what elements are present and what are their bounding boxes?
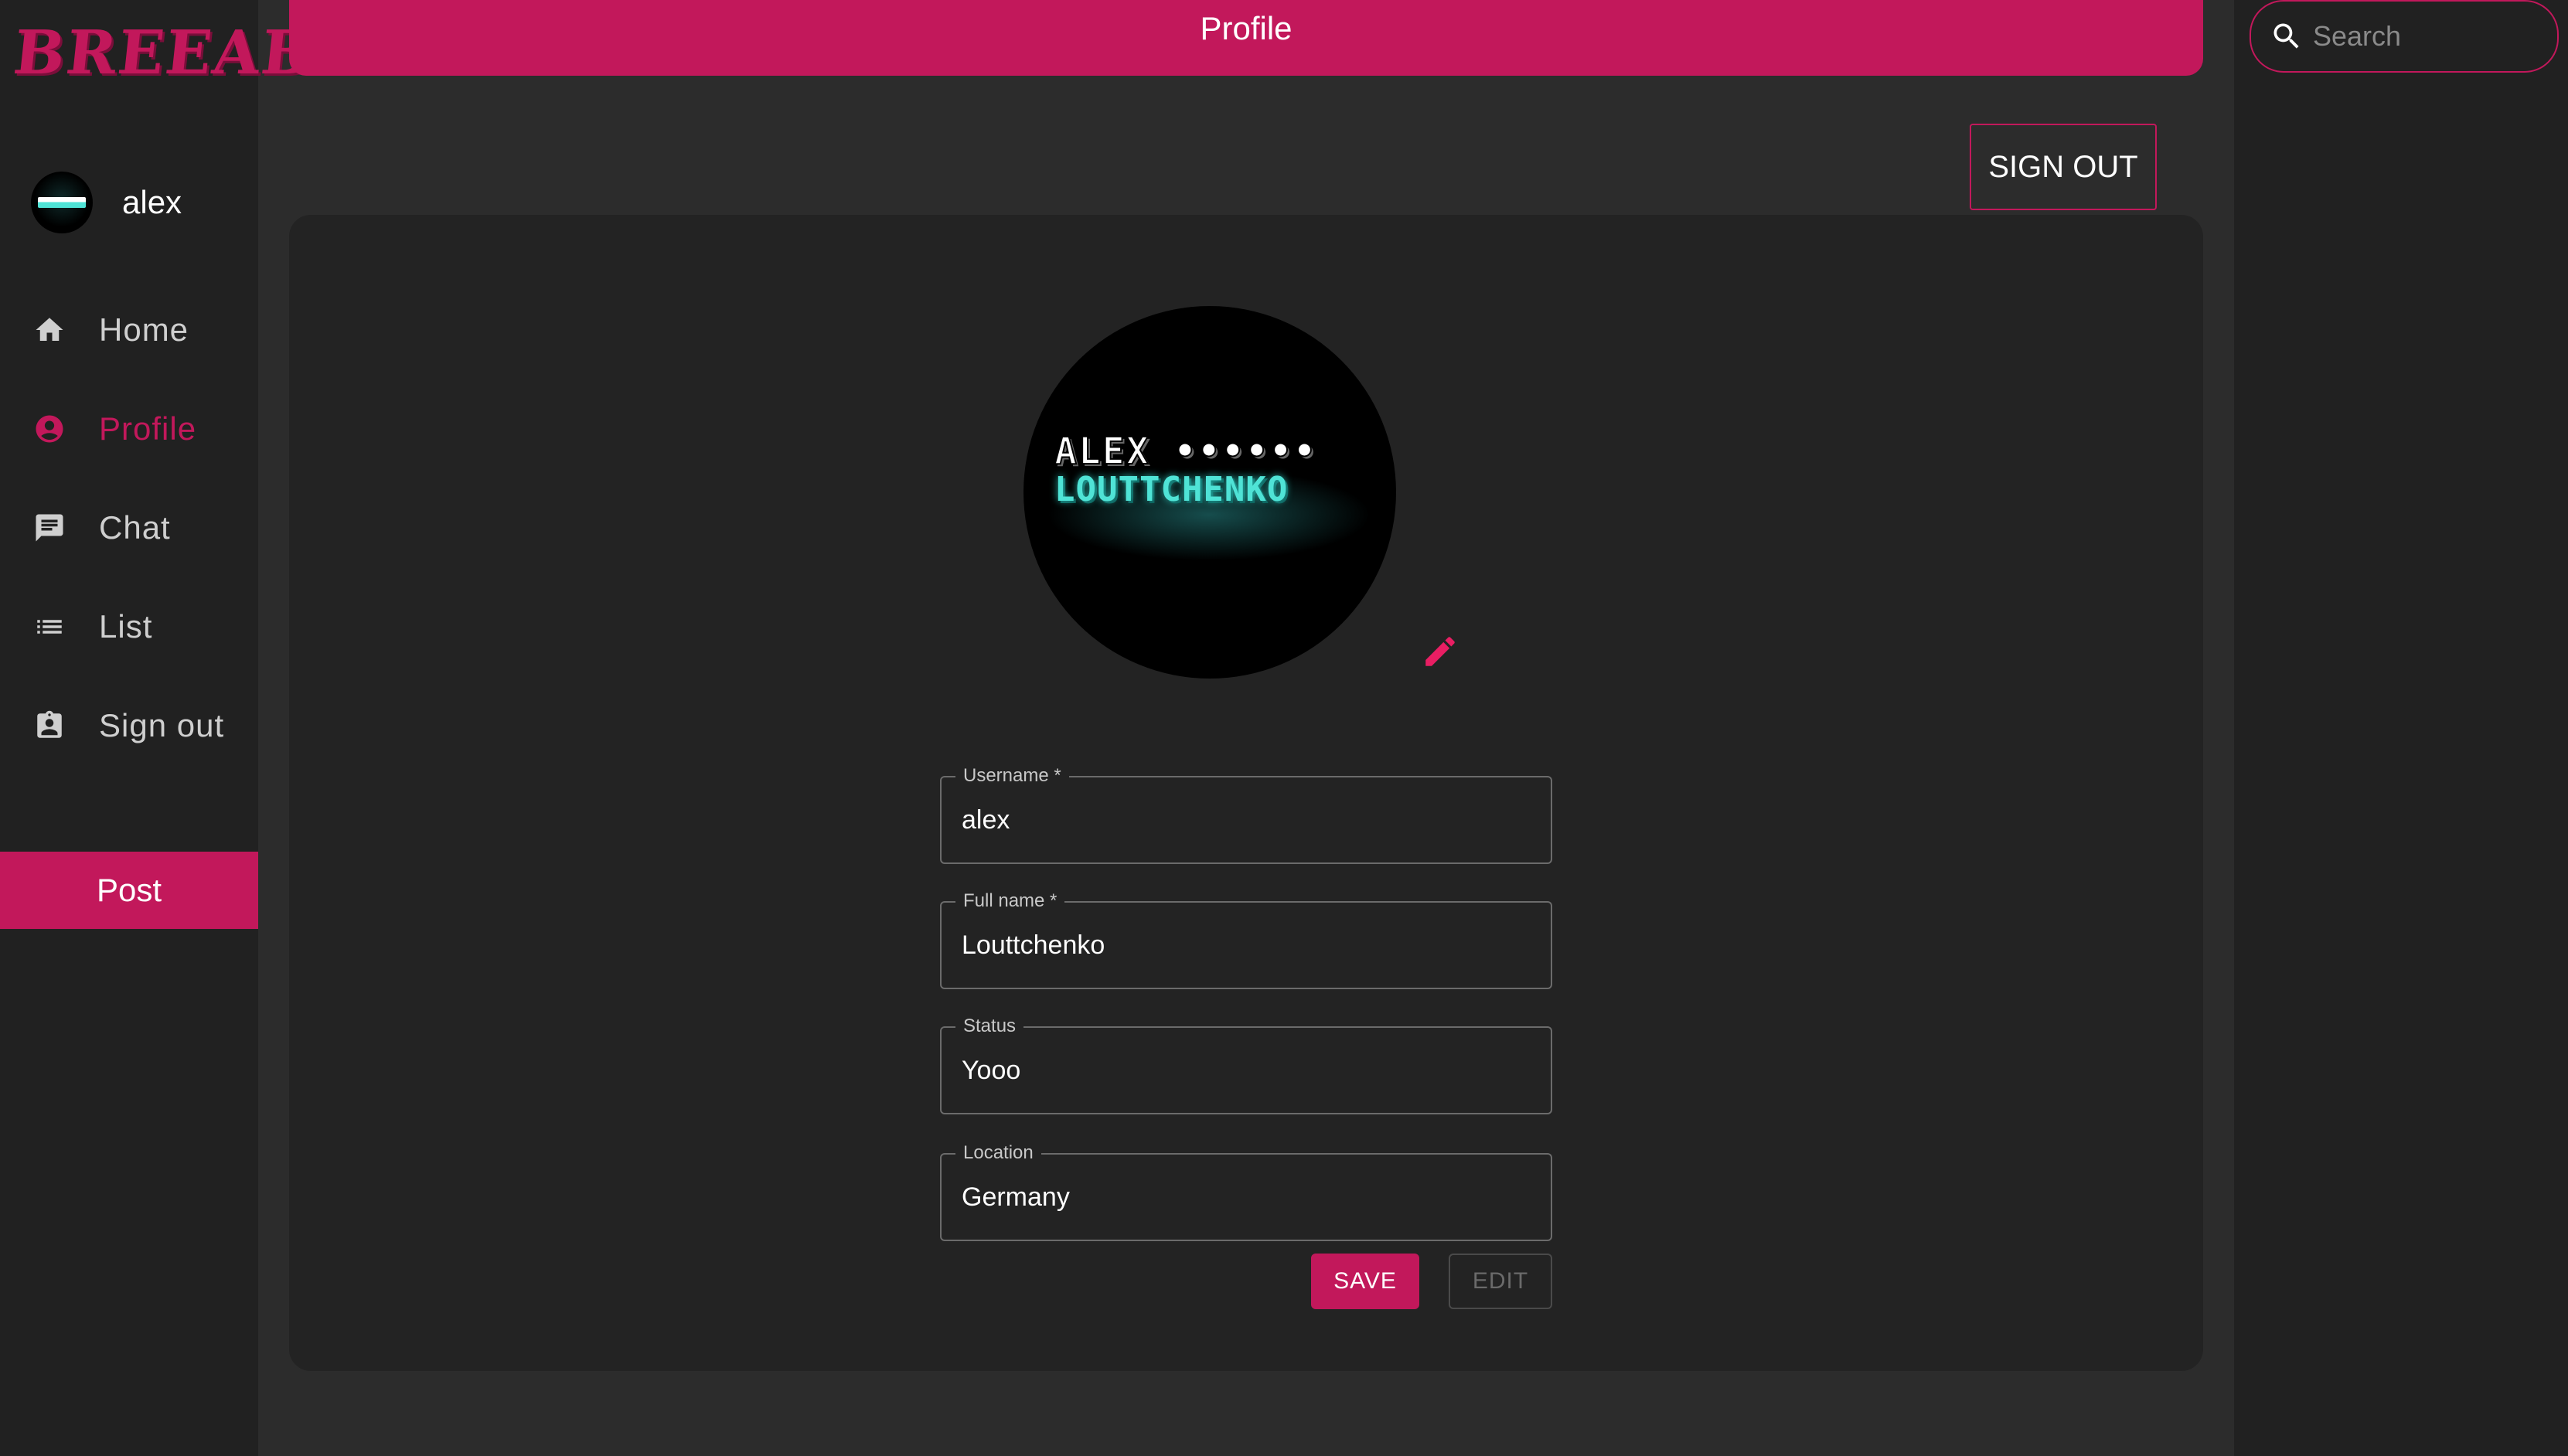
search-box[interactable] — [2250, 0, 2559, 73]
sidebar-item-label: Chat — [99, 509, 171, 546]
sidebar-item-label: Home — [99, 311, 189, 348]
sign-out-button[interactable]: SIGN OUT — [1970, 124, 2157, 210]
full-name-input[interactable] — [962, 903, 1534, 988]
sidebar-username: alex — [122, 184, 182, 220]
sidebar-item-chat[interactable]: Chat — [31, 501, 171, 555]
avatar-text-line1: ALEX •••••• — [1054, 429, 1317, 474]
sidebar-item-list[interactable]: List — [31, 600, 152, 654]
pencil-icon[interactable] — [1421, 632, 1459, 671]
right-panel — [2234, 0, 2568, 1456]
search-icon — [2270, 19, 2304, 53]
avatar-text-line2: LOUTTCHENKO — [1054, 470, 1289, 509]
sidebar-item-profile[interactable]: Profile — [31, 402, 196, 456]
status-field[interactable]: Status — [940, 1015, 1552, 1114]
sidebar-item-label: List — [99, 608, 153, 645]
location-input[interactable] — [962, 1155, 1534, 1240]
username-field[interactable]: Username * — [940, 765, 1552, 864]
avatar[interactable] — [31, 172, 93, 233]
sidebar-item-sign-out[interactable]: Sign out — [31, 699, 224, 753]
account-circle-icon — [31, 410, 68, 447]
page-header: Profile — [289, 0, 2203, 76]
edit-button[interactable]: EDIT — [1449, 1254, 1552, 1309]
save-button[interactable]: SAVE — [1311, 1254, 1419, 1309]
username-input[interactable] — [962, 777, 1534, 862]
app-logo[interactable]: BREEAB — [9, 11, 318, 96]
profile-card: ALEX •••••• LOUTTCHENKO Username * Full … — [289, 215, 2203, 1371]
location-field[interactable]: Location — [940, 1142, 1552, 1241]
sidebar: BREEAB alex Home Profile Chat List Sign … — [0, 0, 318, 1456]
status-input[interactable] — [962, 1028, 1534, 1113]
profile-avatar: ALEX •••••• LOUTTCHENKO — [1023, 306, 1396, 679]
sidebar-user[interactable]: alex — [31, 172, 182, 233]
sidebar-item-label: Sign out — [99, 707, 225, 743]
full-name-field[interactable]: Full name * — [940, 890, 1552, 989]
chat-icon — [31, 509, 68, 546]
post-button[interactable]: Post — [0, 852, 258, 929]
sidebar-item-home[interactable]: Home — [31, 303, 189, 357]
search-input[interactable] — [2313, 13, 2545, 60]
list-icon — [31, 608, 68, 645]
page-title: Profile — [1200, 10, 1293, 46]
home-icon — [31, 311, 68, 349]
badge-icon — [31, 707, 68, 744]
sidebar-item-label: Profile — [99, 410, 197, 447]
